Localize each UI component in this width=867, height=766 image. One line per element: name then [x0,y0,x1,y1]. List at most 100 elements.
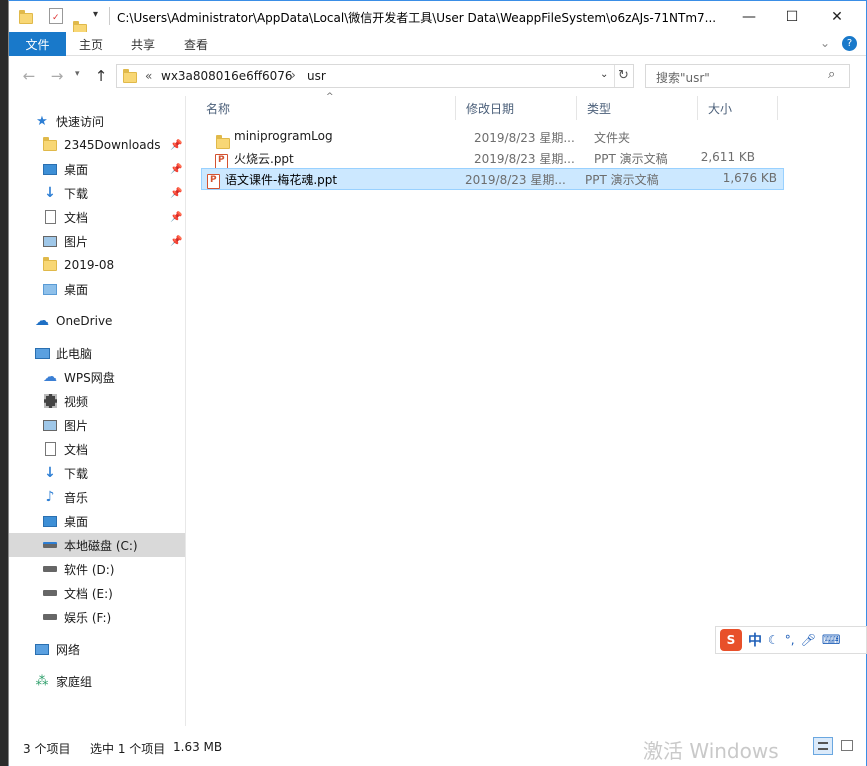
navigation-bar: ← → ▾ ↑ « wx3a808016e6ff6076 › usr ⌄ ↻ 搜… [9,56,866,96]
sidebar-item-wps-cloud[interactable]: ☁ WPS网盘 [9,365,185,389]
music-icon: ♪ [45,489,55,505]
back-button[interactable]: ← [19,66,39,86]
sidebar-item-drive-d[interactable]: 软件 (D:) [9,557,185,581]
file-row[interactable]: 火烧云.ppt 2019/8/23 星期... PPT 演示文稿 2,611 K… [202,147,761,169]
video-icon [42,394,58,408]
download-icon: ↓ [44,465,56,481]
file-size: 2,611 KB [700,150,755,164]
search-icon[interactable]: ⌕ [828,67,835,82]
sidebar-item-label: 文档 (E:) [64,586,113,601]
tab-file[interactable]: 文件 [9,32,66,56]
file-modified: 2019/8/23 星期... [465,173,566,187]
tab-view[interactable]: 查看 [184,32,208,56]
sidebar-item-desktop-3[interactable]: 桌面 [9,509,185,533]
maximize-button[interactable]: ☐ [769,1,815,32]
sidebar-item-2345downloads[interactable]: 2345Downloads 📌 [9,133,185,157]
selection-size: 1.63 MB [173,740,223,754]
computer-icon [34,346,50,360]
column-header-name[interactable]: 名称 [196,96,456,120]
sidebar-item-label: 2345Downloads [64,138,161,152]
punctuation-icon[interactable]: °, [785,633,795,647]
sidebar-item-music[interactable]: ♪ 音乐 [9,485,185,509]
desktop-icon [42,514,58,528]
column-header-modified[interactable]: 修改日期 [456,96,577,120]
tab-home[interactable]: 主页 [79,32,103,56]
folder-icon [42,256,58,272]
sidebar-item-downloads-2[interactable]: ↓ 下载 [9,461,185,485]
drive-icon [42,586,58,600]
sidebar-item-quick-access[interactable]: ★ 快速访问 [9,109,185,133]
file-type: PPT 演示文稿 [594,152,668,166]
minimize-button[interactable]: — [726,1,772,32]
sidebar-item-drive-e[interactable]: 文档 (E:) [9,581,185,605]
breadcrumb-item[interactable]: usr [307,69,326,83]
sidebar-item-label: 视频 [64,394,89,409]
sidebar-item-drive-c[interactable]: 本地磁盘 (C:) [9,533,185,557]
address-bar[interactable]: « wx3a808016e6ff6076 › usr ⌄ ↻ [116,64,634,88]
sogou-logo-icon[interactable]: S [720,629,742,651]
moon-icon[interactable]: ☾ [768,633,779,647]
keyboard-icon[interactable]: ⌨ [822,633,841,648]
file-type: 文件夹 [594,131,631,145]
sidebar-item-2019-08[interactable]: 2019-08 [9,253,185,277]
breadcrumb-item[interactable]: wx3a808016e6ff6076 [161,69,293,83]
sidebar-item-pictures-2[interactable]: 图片 [9,413,185,437]
file-row-selected[interactable]: 语文课件-梅花魂.ppt 2019/8/23 星期... PPT 演示文稿 1,… [201,168,784,190]
sidebar-item-downloads[interactable]: ↓ 下载 📌 [9,181,185,205]
sidebar-item-documents[interactable]: 文档 📌 [9,205,185,229]
file-name: miniprogramLog [234,129,333,143]
sidebar-item-label: 软件 (D:) [64,562,115,577]
sidebar-item-label: 网络 [56,642,81,657]
search-input[interactable]: 搜索"usr" [656,69,710,86]
ime-toolbar: S 中 ☾ °, 🎤︎ ⌨ [715,626,867,654]
address-divider [614,65,615,87]
document-icon [42,442,58,456]
tab-share[interactable]: 共享 [131,32,155,56]
sidebar-item-desktop[interactable]: 桌面 📌 [9,157,185,181]
sidebar-item-network[interactable]: 网络 [9,637,185,661]
help-icon[interactable]: ? [842,36,857,51]
folder-icon [42,136,58,152]
folder-icon [19,10,33,24]
sidebar-item-pictures[interactable]: 图片 📌 [9,229,185,253]
microphone-icon[interactable]: 🎤︎ [801,633,816,647]
sidebar-item-this-pc[interactable]: 此电脑 [9,341,185,365]
address-dropdown-icon[interactable]: ⌄ [600,69,608,80]
sidebar-item-onedrive[interactable]: ☁ OneDrive [9,309,185,333]
sidebar-item-homegroup[interactable]: ⁂ 家庭组 [9,669,185,693]
refresh-icon[interactable]: ↻ [618,68,629,83]
sidebar-item-label: 本地磁盘 (C:) [64,538,138,553]
sidebar-item-label: OneDrive [56,314,113,328]
file-row[interactable]: miniprogramLog 2019/8/23 星期... 文件夹 [202,126,761,149]
drive-icon [42,538,58,552]
address-overflow[interactable]: « [145,69,152,83]
breadcrumb-separator[interactable]: › [291,68,296,82]
file-modified: 2019/8/23 星期... [474,131,575,145]
search-box[interactable]: 搜索"usr" ⌕ [645,64,850,88]
close-button[interactable]: ✕ [814,1,860,32]
sidebar-item-label: 文档 [64,210,89,225]
details-view-button[interactable] [813,737,833,755]
recent-locations-icon[interactable]: ▾ [75,69,80,79]
ppt-icon [207,173,220,189]
sidebar-item-desktop-2[interactable]: 桌面 [9,277,185,301]
item-count: 3 个项目 [23,742,71,756]
properties-icon[interactable]: ✓ [49,8,63,24]
sidebar-item-label: 快速访问 [56,114,105,129]
quick-access-dropdown-icon[interactable]: ▾ [93,9,98,20]
large-icons-view-button[interactable] [837,737,857,755]
sidebar-item-label: 音乐 [64,490,89,505]
sidebar-item-videos[interactable]: 视频 [9,389,185,413]
sidebar-item-label: 2019-08 [64,258,115,272]
forward-button[interactable]: → [47,66,67,86]
sidebar-item-label: 此电脑 [56,346,93,361]
column-header-type[interactable]: 类型 [577,96,698,120]
column-header-size[interactable]: 大小 [698,96,778,120]
sidebar-item-label: 图片 [64,234,89,249]
file-modified: 2019/8/23 星期... [474,152,575,166]
expand-ribbon-icon[interactable]: ⌄ [820,36,830,50]
up-button[interactable]: ↑ [91,66,111,86]
sidebar-item-drive-f[interactable]: 娱乐 (F:) [9,605,185,629]
ime-mode[interactable]: 中 [748,630,762,650]
sidebar-item-documents-2[interactable]: 文档 [9,437,185,461]
